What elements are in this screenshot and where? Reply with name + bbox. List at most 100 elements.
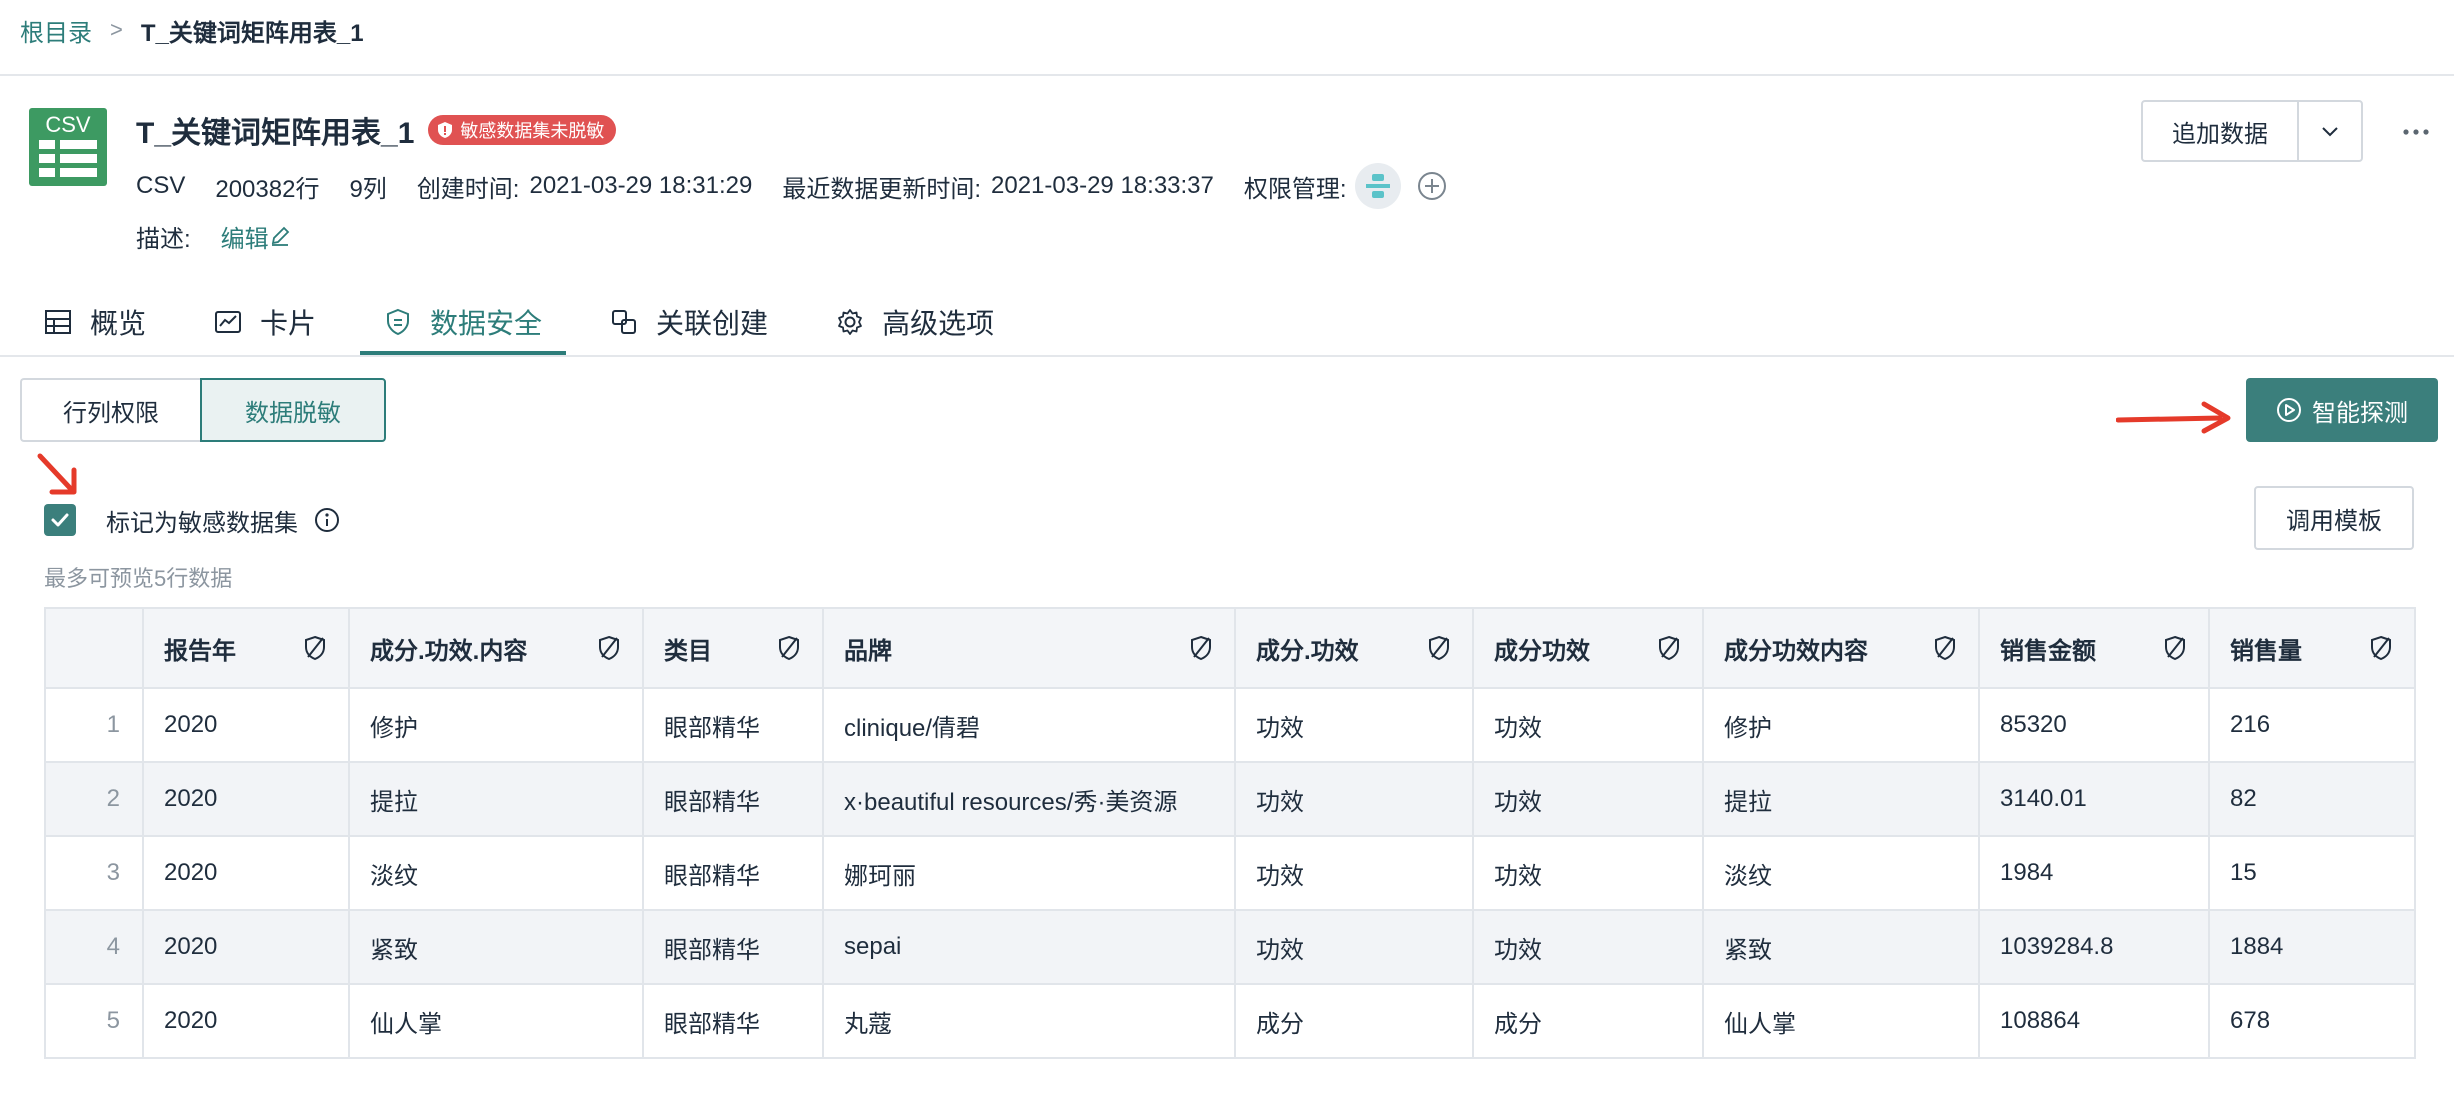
gear-icon bbox=[838, 309, 862, 335]
sensitive-dataset-label: 标记为敏感数据集 bbox=[106, 509, 298, 537]
tab-linked-create[interactable]: 关联创建 bbox=[586, 288, 792, 356]
add-permission-icon[interactable] bbox=[1417, 171, 1447, 201]
mask-column-button[interactable] bbox=[2368, 635, 2394, 661]
main-tabs: 概览 卡片 数据安全 关联创建 高级选项 bbox=[20, 288, 1018, 356]
mask-column-button[interactable] bbox=[776, 635, 802, 661]
updated-label: 最近数据更新时间: bbox=[782, 175, 982, 203]
breadcrumb-root-link[interactable]: 根目录 bbox=[20, 13, 92, 48]
subtab-data-masking[interactable]: 数据脱敏 bbox=[200, 378, 386, 442]
info-icon[interactable] bbox=[314, 507, 340, 533]
mask-column-button[interactable] bbox=[1932, 635, 1958, 661]
edit-description-text: 编辑 bbox=[220, 225, 269, 253]
row-index-cell: 4 bbox=[44, 909, 144, 985]
mask-icon bbox=[1659, 635, 1679, 661]
data-preview-table: 报告年 成分.功效.内容 类目 品牌 成分.功效 成分功效 成分功效内容 销售金额 销售量 12… bbox=[44, 607, 2416, 1059]
append-data-dropdown[interactable] bbox=[2299, 102, 2361, 160]
table-cell: 108864 bbox=[1978, 983, 2210, 1059]
mask-icon bbox=[305, 635, 325, 661]
table-cell: 1884 bbox=[2208, 909, 2416, 985]
table-cell: 仙人掌 bbox=[1702, 983, 1980, 1059]
sensitive-status-badge: 敏感数据集未脱敏 bbox=[428, 115, 617, 145]
table-cell: x·beautiful resources/秀·美资源 bbox=[822, 761, 1236, 837]
mask-icon bbox=[2371, 635, 2391, 661]
mask-icon bbox=[779, 635, 799, 661]
column-header: 成分功效内容 bbox=[1702, 607, 1980, 689]
breadcrumb-current: T_关键词矩阵用表_1 bbox=[140, 19, 364, 47]
table-cell: 眼部精华 bbox=[642, 909, 824, 985]
permission-avatar[interactable] bbox=[1354, 163, 1401, 209]
badge-text: 敏感数据集未脱敏 bbox=[460, 121, 605, 141]
table-cell: 2020 bbox=[142, 687, 350, 763]
permission-label: 权限管理: bbox=[1243, 175, 1347, 203]
column-header-label: 成分功效内容 bbox=[1724, 637, 1868, 665]
updated-value: 2021-03-29 18:33:37 bbox=[991, 172, 1214, 199]
chevron-down-icon bbox=[2322, 127, 2338, 137]
column-header: 销售金额 bbox=[1978, 607, 2210, 689]
dataset-title-row: T_关键词矩阵用表_1 敏感数据集未脱敏 bbox=[136, 110, 617, 150]
column-header: 报告年 bbox=[142, 607, 350, 689]
table-cell: 提拉 bbox=[348, 761, 644, 837]
table-row: 4 2020 紧致 眼部精华 sepai 功效 功效 紧致 1039284.8 1884 bbox=[44, 909, 2416, 985]
column-header-label: 成分功效 bbox=[1494, 637, 1590, 665]
sensitive-dataset-checkbox[interactable] bbox=[44, 504, 76, 536]
mask-icon bbox=[1429, 635, 1449, 661]
tab-overview[interactable]: 概览 bbox=[20, 288, 170, 356]
mask-column-button[interactable] bbox=[2162, 635, 2188, 661]
column-header-label: 类目 bbox=[664, 637, 712, 665]
table-body: 1 2020 修护 眼部精华 clinique/倩碧 功效 功效 修护 85320 216 2 202… bbox=[44, 687, 2416, 1059]
tab-cards[interactable]: 卡片 bbox=[190, 288, 340, 356]
dataset-type: CSV bbox=[136, 172, 186, 199]
tab-label: 概览 bbox=[90, 308, 147, 339]
table-cell: 216 bbox=[2208, 687, 2416, 763]
apply-template-button[interactable]: 调用模板 bbox=[2254, 486, 2414, 550]
mask-column-button[interactable] bbox=[596, 635, 622, 661]
append-data-group: 追加数据 bbox=[2141, 100, 2363, 162]
mask-column-button[interactable] bbox=[1426, 635, 1452, 661]
column-header: 成分功效 bbox=[1472, 607, 1704, 689]
table-row: 1 2020 修护 眼部精华 clinique/倩碧 功效 功效 修护 85320 216 bbox=[44, 687, 2416, 763]
tab-data-security[interactable]: 数据安全 bbox=[360, 288, 567, 356]
created-value: 2021-03-29 18:31:29 bbox=[529, 172, 753, 199]
row-index-cell: 1 bbox=[44, 687, 144, 763]
smart-detect-button[interactable]: 智能探测 bbox=[2246, 378, 2438, 442]
mask-column-button[interactable] bbox=[1188, 635, 1214, 661]
more-options-button[interactable] bbox=[2396, 112, 2436, 152]
append-data-button[interactable]: 追加数据 bbox=[2143, 102, 2299, 160]
table-cell: 娜珂丽 bbox=[822, 835, 1236, 911]
table-cell: 眼部精华 bbox=[642, 835, 824, 911]
mask-icon bbox=[1191, 635, 1211, 661]
table-cell: 678 bbox=[2208, 983, 2416, 1059]
tab-advanced-options[interactable]: 高级选项 bbox=[812, 288, 1018, 356]
column-header: 品牌 bbox=[822, 607, 1236, 689]
dataset-col-count: 9列 bbox=[349, 175, 387, 203]
column-header: 销售量 bbox=[2208, 607, 2416, 689]
index-header bbox=[44, 607, 144, 689]
table-cell: 功效 bbox=[1234, 835, 1474, 911]
table-header-row: 报告年 成分.功效.内容 类目 品牌 成分.功效 成分功效 成分功效内容 销售金额 销售量 bbox=[44, 607, 2416, 689]
table-cell: 修护 bbox=[1702, 687, 1980, 763]
mask-column-button[interactable] bbox=[302, 635, 328, 661]
table-cell: 3140.01 bbox=[1978, 761, 2210, 837]
column-header-label: 销售量 bbox=[2230, 637, 2302, 665]
column-header: 成分.功效.内容 bbox=[348, 607, 644, 689]
mask-icon bbox=[1935, 635, 1955, 661]
shield-alert-icon bbox=[438, 122, 453, 138]
table-cell: 82 bbox=[2208, 761, 2416, 837]
tab-label: 关联创建 bbox=[656, 308, 769, 339]
table-cell: 功效 bbox=[1472, 687, 1704, 763]
mask-icon bbox=[2165, 635, 2185, 661]
header-divider bbox=[0, 74, 2454, 76]
mask-column-button[interactable] bbox=[1656, 635, 1682, 661]
more-dots-icon bbox=[2403, 129, 2429, 135]
subtab-row-col-permission[interactable]: 行列权限 bbox=[20, 378, 200, 442]
link-icon bbox=[612, 310, 637, 334]
table-cell: 功效 bbox=[1234, 687, 1474, 763]
table-row: 2 2020 提拉 眼部精华 x·beautiful resources/秀·美资源 功效… bbox=[44, 761, 2416, 837]
row-index-cell: 5 bbox=[44, 983, 144, 1059]
table-cell: 2020 bbox=[142, 835, 350, 911]
edit-description-link[interactable]: 编辑 bbox=[221, 219, 291, 254]
breadcrumb-separator: > bbox=[110, 17, 123, 42]
table-cell: 功效 bbox=[1472, 761, 1704, 837]
dataset-meta-row: CSV 200382行 9列 创建时间: 2021-03-29 18:31:29… bbox=[136, 163, 1447, 209]
table-cell: 2020 bbox=[142, 983, 350, 1059]
